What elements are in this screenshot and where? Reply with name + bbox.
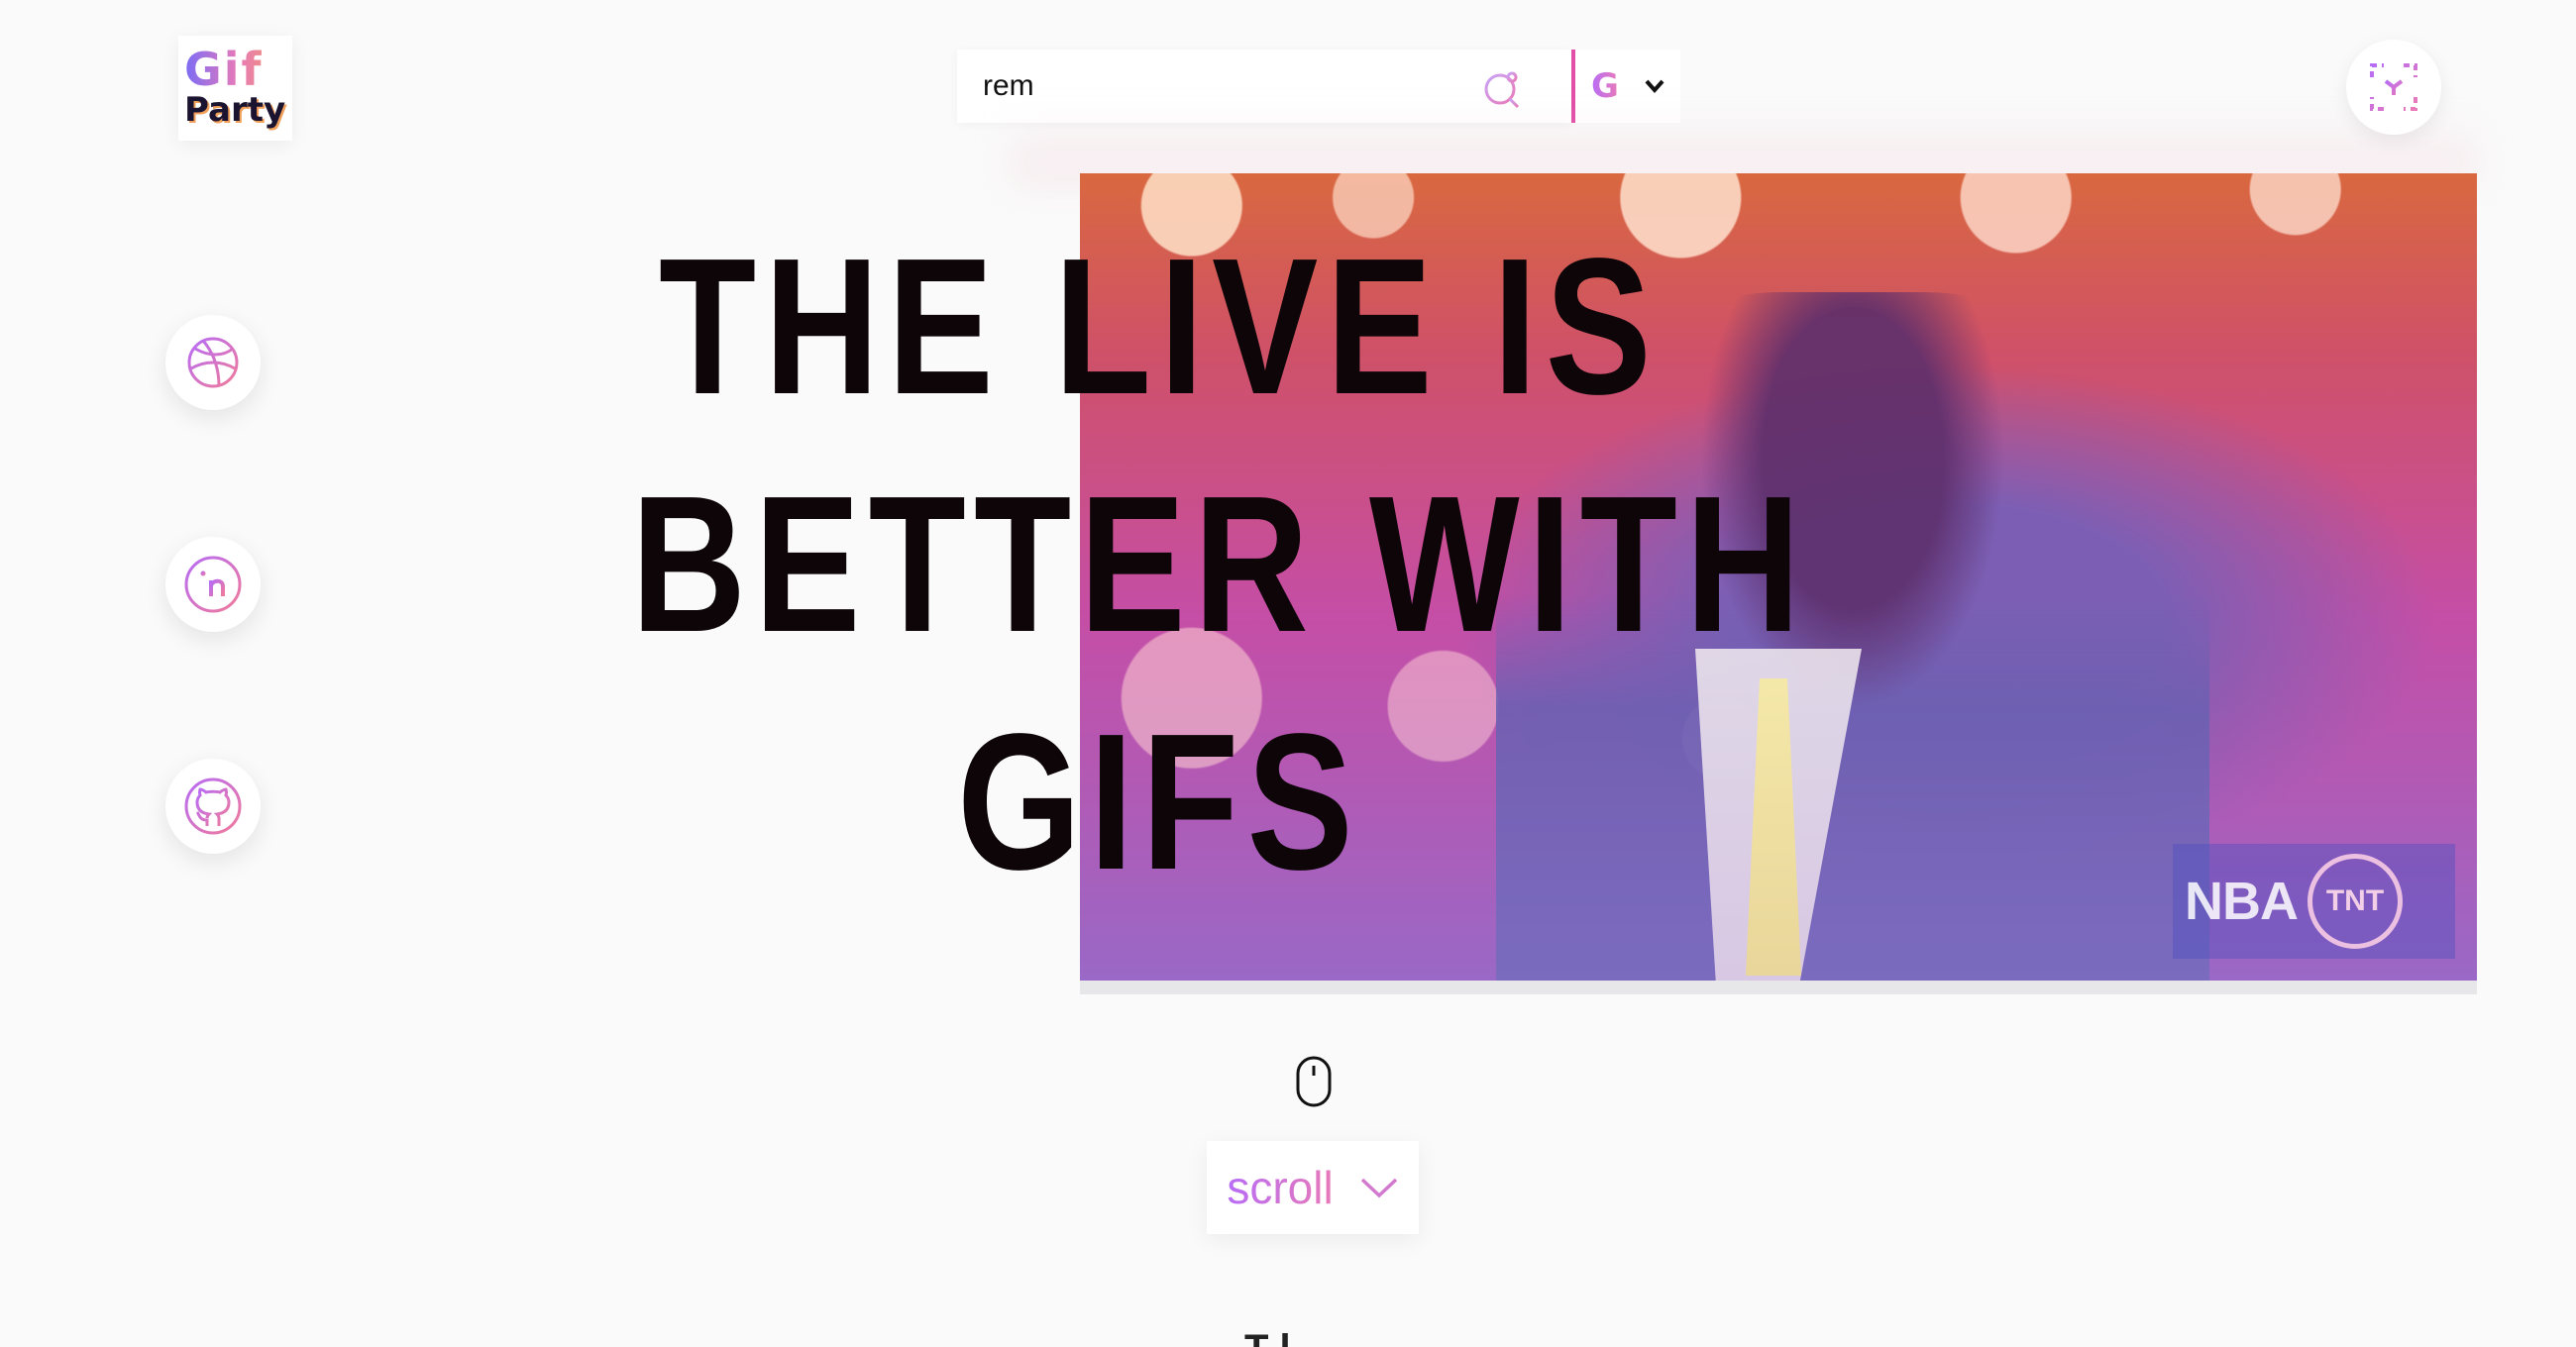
logo[interactable]: Gif Party bbox=[178, 36, 292, 141]
chevron-down-icon bbox=[1645, 79, 1664, 93]
headline-line-1: THE LIVE IS bbox=[658, 218, 1661, 435]
search-icon[interactable] bbox=[1482, 69, 1522, 109]
logo-text-party: Party bbox=[184, 90, 286, 131]
provider-select[interactable]: G bbox=[1575, 50, 1680, 123]
linkedin-button[interactable] bbox=[165, 537, 261, 632]
scroll-label: scroll bbox=[1227, 1162, 1334, 1213]
github-icon bbox=[184, 777, 242, 835]
watermark-nba: NBA bbox=[2185, 872, 2299, 931]
dribbble-icon bbox=[187, 337, 239, 388]
watermark-tnt: TNT bbox=[2308, 854, 2403, 949]
provider-selected: G bbox=[1591, 66, 1619, 106]
search-input[interactable] bbox=[957, 50, 1472, 123]
section-heading-partial: T l bbox=[1244, 1327, 1291, 1347]
github-button[interactable] bbox=[165, 759, 261, 854]
hero-headline: THE LIVE IS BETTER WITH GIFS bbox=[631, 208, 1809, 921]
scroll-button[interactable]: scroll bbox=[1207, 1141, 1419, 1234]
logo-text-gif: Gif bbox=[184, 47, 292, 92]
search-bar bbox=[957, 50, 1571, 123]
linkedin-icon bbox=[184, 556, 242, 613]
hero-image-underline bbox=[1080, 981, 2477, 994]
chevron-down-icon bbox=[1360, 1178, 1397, 1198]
headline-line-2: BETTER WITH bbox=[631, 456, 1809, 673]
fullscreen-button[interactable] bbox=[2346, 40, 2441, 135]
fullscreen-icon bbox=[2370, 63, 2417, 111]
broadcast-watermark: NBA TNT bbox=[2173, 844, 2455, 959]
mouse-icon bbox=[1296, 1056, 1332, 1107]
headline-line-3: GIFS bbox=[957, 693, 1361, 910]
dribbble-button[interactable] bbox=[165, 315, 261, 410]
